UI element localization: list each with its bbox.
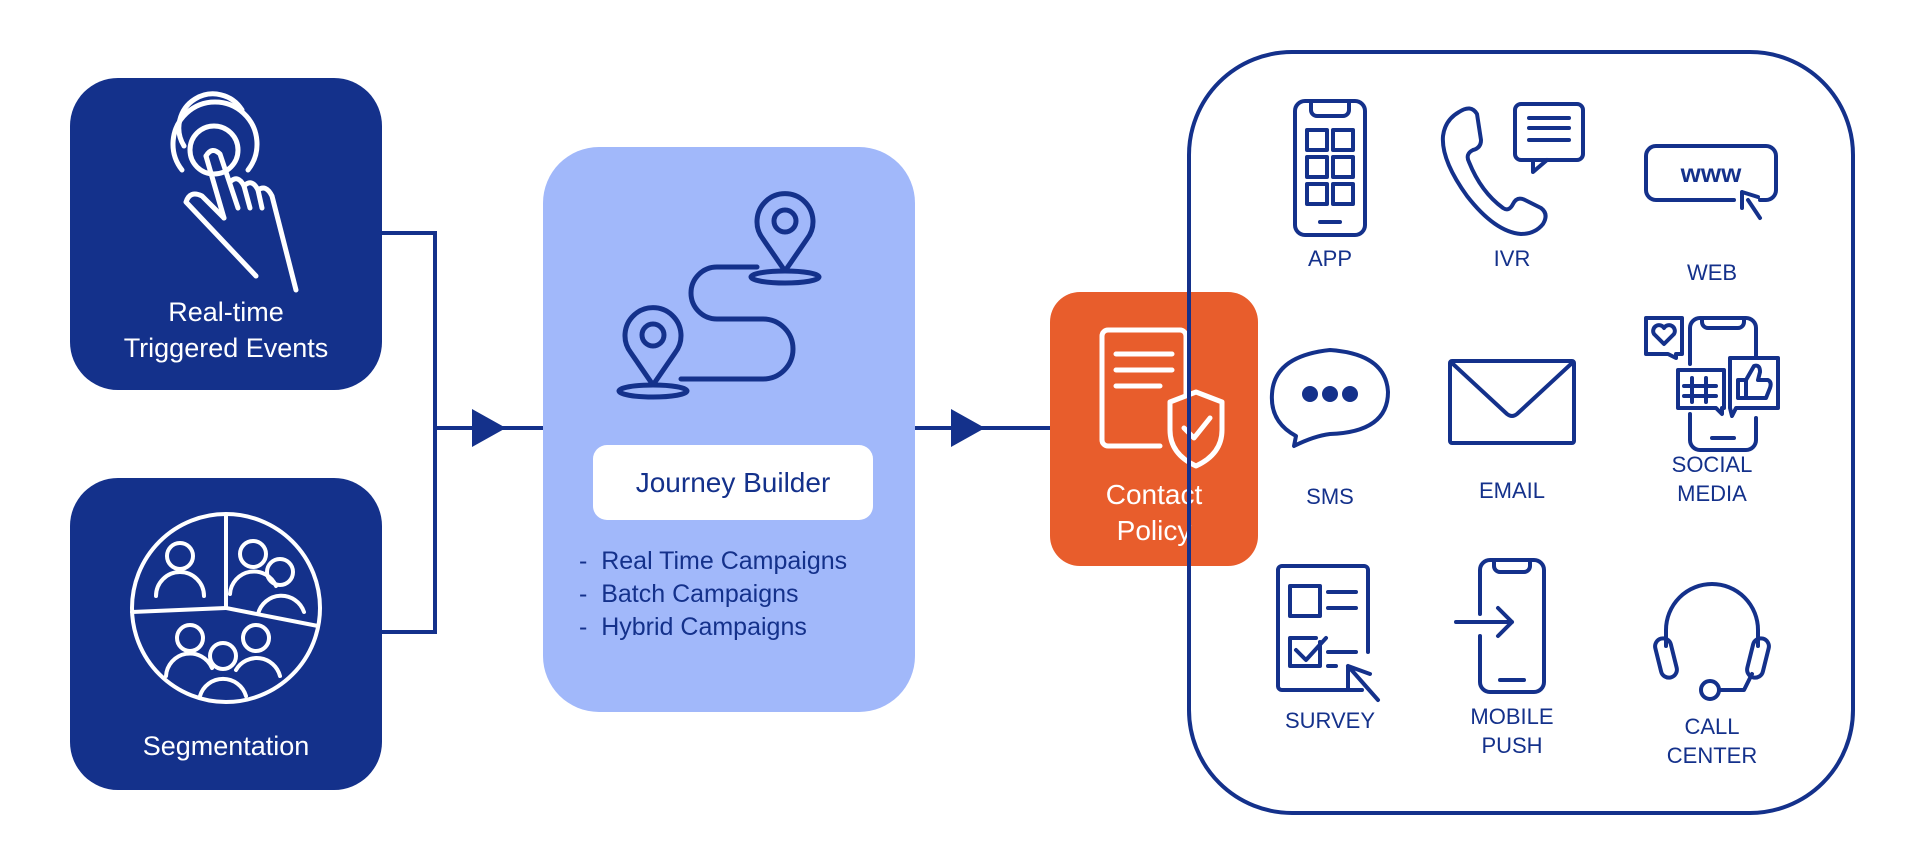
touch-tap-icon — [170, 91, 299, 293]
speech-bubble-dots-icon — [1269, 348, 1390, 448]
campaign-type-item: - Hybrid Campaigns — [579, 613, 807, 641]
label-line: EMAIL — [1478, 478, 1546, 503]
channel-label: EMAIL — [1422, 476, 1602, 505]
channel-web[interactable]: www WEB — [1622, 142, 1802, 287]
label-line: Triggered Events — [123, 333, 329, 363]
phone-chat-icon — [1440, 102, 1585, 236]
label-line: CENTER — [1666, 743, 1758, 768]
channel-label: SOCIAL MEDIA — [1622, 450, 1802, 508]
label-line: SOCIAL — [1671, 452, 1753, 477]
channel-ivr[interactable]: IVR — [1422, 100, 1602, 273]
segmentation-box[interactable]: Segmentation — [70, 478, 382, 790]
channel-label: IVR — [1422, 244, 1602, 273]
label-line: WEB — [1686, 260, 1738, 285]
label-line: PUSH — [1481, 733, 1543, 758]
arrowhead-to-journey — [472, 409, 506, 447]
campaign-type-item: - Real Time Campaigns — [579, 547, 848, 575]
journey-builder-box[interactable]: Journey Builder - Real Time Campaigns - … — [543, 147, 915, 712]
label-line: MOBILE — [1470, 704, 1554, 729]
channel-email[interactable]: EMAIL — [1422, 358, 1602, 505]
journey-builder-title: Journey Builder — [593, 445, 873, 520]
envelope-icon — [1448, 359, 1576, 445]
label-line: MEDIA — [1677, 481, 1747, 506]
channel-app[interactable]: APP — [1240, 98, 1420, 273]
label-line: CALL — [1684, 714, 1740, 739]
channel-label: SMS — [1240, 482, 1420, 511]
arrowhead-to-policy — [951, 409, 985, 447]
label-line: SMS — [1306, 484, 1354, 509]
svg-text:www: www — [1680, 158, 1742, 188]
audience-segments-pie-icon — [130, 512, 322, 704]
channel-label: APP — [1240, 244, 1420, 273]
campaign-type-list: - Real Time Campaigns - Batch Campaigns … — [579, 545, 847, 644]
label-line: Segmentation — [142, 731, 310, 761]
channel-survey[interactable]: SURVEY — [1240, 562, 1420, 735]
channel-label: MOBILE PUSH — [1422, 702, 1602, 760]
label-line: APP — [1307, 246, 1353, 271]
social-phone-icon — [1644, 316, 1780, 452]
mobile-app-grid-icon — [1293, 99, 1367, 237]
headset-icon — [1653, 582, 1771, 701]
survey-checklist-icon — [1276, 564, 1380, 702]
campaign-type-item: - Batch Campaigns — [579, 580, 799, 608]
channel-label: SURVEY — [1240, 706, 1420, 735]
label-line: SURVEY — [1284, 708, 1376, 733]
label-line: Real-time — [168, 297, 284, 327]
channel-label: CALL CENTER — [1622, 712, 1802, 770]
connector-segmentation — [382, 428, 437, 634]
connector-realtime — [382, 231, 437, 428]
realtime-events-box[interactable]: Real-time Triggered Events — [70, 78, 382, 390]
channel-call-center[interactable]: CALL CENTER — [1622, 574, 1802, 770]
channel-sms[interactable]: SMS — [1240, 344, 1420, 511]
mobile-push-arrow-icon — [1454, 558, 1546, 694]
realtime-events-label: Real-time Triggered Events — [70, 294, 382, 366]
channel-mobile-push[interactable]: MOBILE PUSH — [1422, 556, 1602, 760]
channel-label: WEB — [1622, 258, 1802, 287]
www-cursor-icon: www — [1644, 144, 1778, 220]
journey-route-pins-icon — [616, 191, 822, 400]
channel-social-media[interactable]: SOCIAL MEDIA — [1622, 314, 1802, 508]
label-line: IVR — [1493, 246, 1531, 271]
segmentation-label: Segmentation — [70, 728, 382, 764]
